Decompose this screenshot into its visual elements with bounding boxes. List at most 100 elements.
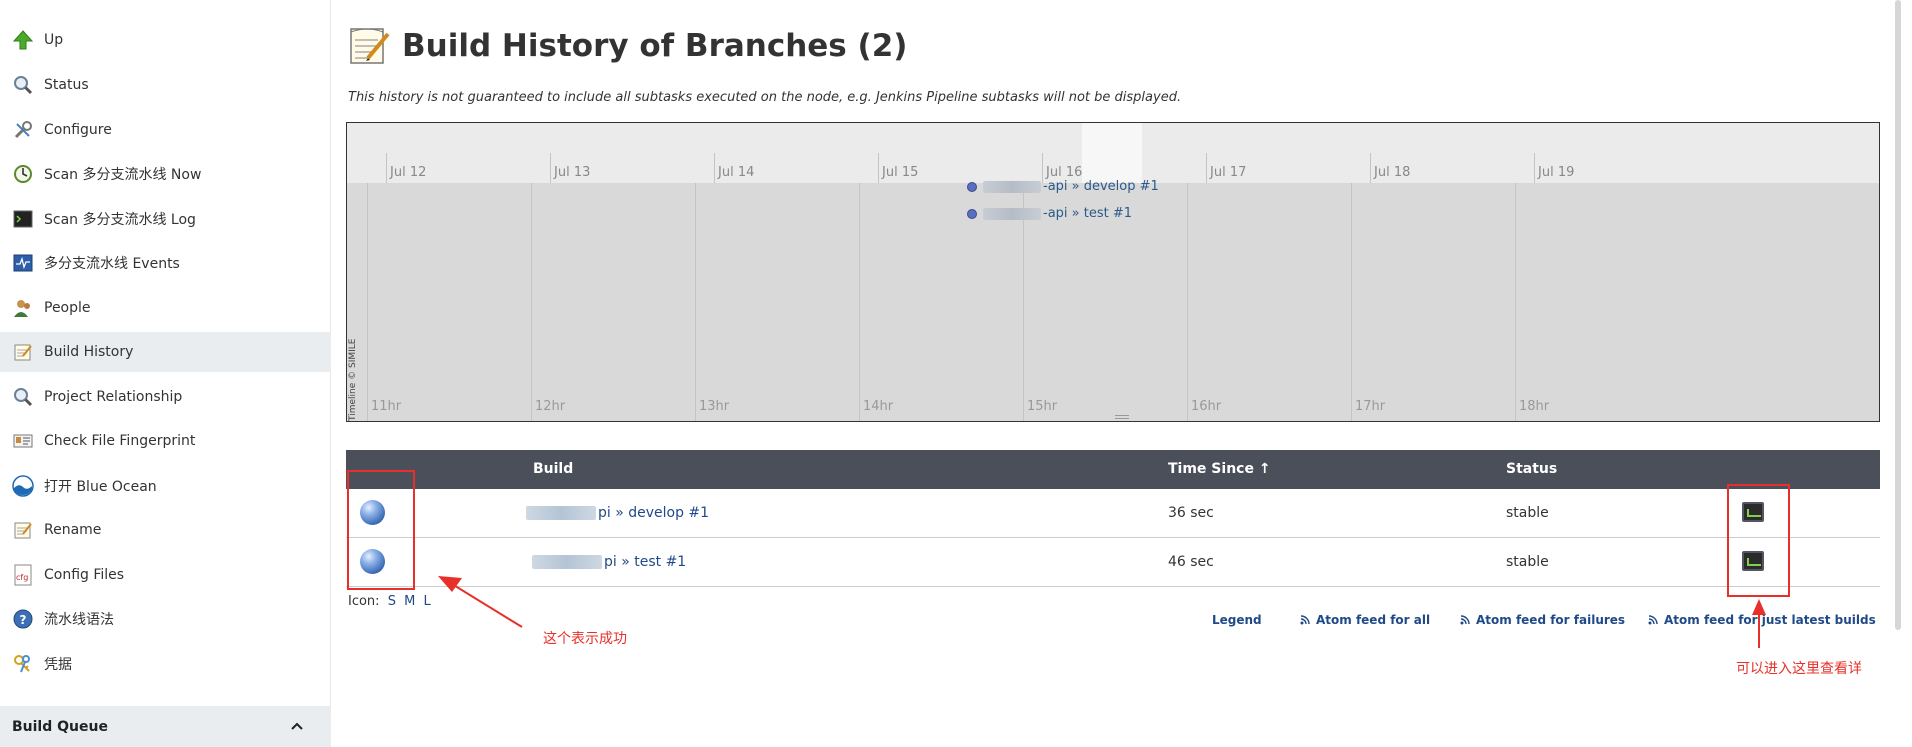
rss-icon — [1300, 615, 1310, 625]
timeline-event-develop[interactable]: -api » develop #1 — [967, 179, 1159, 194]
rss-icon — [1648, 615, 1658, 625]
sidebar-item-up[interactable]: Up — [0, 20, 331, 60]
column-time-since[interactable]: Time Since ↑ — [1168, 461, 1271, 477]
fingerprint-icon — [12, 430, 34, 452]
sidebar-item-label: 凭据 — [44, 657, 72, 673]
timeline-date-label: Jul 15 — [882, 165, 919, 180]
scrollbar-thumb[interactable] — [1895, 0, 1901, 630]
sidebar-item-blue-ocean[interactable]: 打开 Blue Ocean — [0, 466, 331, 506]
sidebar-item-label: 流水线语法 — [44, 612, 114, 628]
sidebar-item-credentials[interactable]: 凭据 — [0, 644, 331, 684]
build-status: stable — [1506, 554, 1549, 570]
build-queue-header[interactable]: Build Queue — [0, 706, 331, 747]
timeline-hour-gridline — [1187, 183, 1188, 421]
timeline-credit: Timeline © SIMILE — [348, 338, 358, 421]
event-dot-icon — [967, 208, 977, 219]
page-title: Build History of Branches (2) — [402, 28, 908, 64]
sidebar-item-project-relationship[interactable]: Project Relationship — [0, 377, 331, 417]
sidebar-item-build-history[interactable]: Build History — [0, 332, 331, 372]
build-timeline[interactable]: Jul 12 Jul 13 Jul 14 Jul 15 Jul 16 Jul 17 Jul … — [346, 122, 1880, 422]
annotation-box-status — [347, 470, 415, 590]
timeline-hour-gridline — [1515, 183, 1516, 421]
sidebar-item-label: 打开 Blue Ocean — [44, 479, 157, 495]
timeline-date-gridline — [714, 153, 715, 183]
timeline-hour-label: 13hr — [699, 399, 730, 414]
magnifier-icon — [12, 74, 34, 96]
sidebar-item-label: Check File Fingerprint — [44, 433, 196, 449]
sidebar-item-events[interactable]: 多分支流水线 Events — [0, 243, 331, 283]
timeline-date-gridline — [1206, 153, 1207, 183]
build-queue-title: Build Queue — [12, 718, 108, 735]
timeline-event-label: -api » develop #1 — [1043, 179, 1159, 194]
chevron-up-icon[interactable] — [289, 718, 305, 734]
sidebar-item-status[interactable]: Status — [0, 65, 331, 105]
timeline-date-gridline — [878, 153, 879, 183]
build-history-table: Build Time Since ↑ Status pi » develop #… — [346, 450, 1880, 587]
icon-size-label: Icon: — [348, 594, 380, 609]
icon-size-m[interactable]: M — [404, 594, 415, 609]
timeline-hour-gridline — [367, 183, 368, 421]
icon-size-selector: Icon: S M L — [348, 594, 431, 609]
help-icon: ? — [12, 608, 34, 630]
sidebar-item-people[interactable]: People — [0, 288, 331, 328]
people-icon — [12, 297, 34, 319]
build-link[interactable]: pi » develop #1 — [526, 505, 709, 521]
notepad-icon — [12, 341, 34, 363]
build-link[interactable]: pi » test #1 — [532, 554, 686, 570]
legend-link[interactable]: Legend — [1212, 613, 1262, 627]
timeline-date-gridline — [1534, 153, 1535, 183]
rss-icon — [1460, 615, 1470, 625]
redacted-name — [983, 180, 1041, 193]
scan-clock-icon — [12, 163, 34, 185]
timeline-highlight — [1082, 123, 1142, 183]
sidebar-item-scan-now[interactable]: Scan 多分支流水线 Now — [0, 154, 331, 194]
svg-text:cfg: cfg — [16, 573, 28, 582]
timeline-date-label: Jul 18 — [1374, 165, 1411, 180]
history-note: This history is not guaranteed to includ… — [348, 90, 1182, 105]
column-build[interactable]: Build — [533, 461, 573, 477]
timeline-date-label: Jul 12 — [390, 165, 427, 180]
sidebar-item-rename[interactable]: Rename — [0, 510, 331, 550]
annotation-success-note: 这个表示成功 — [543, 631, 627, 647]
table-row: pi » test #1 46 sec stable — [346, 538, 1880, 587]
table-header: Build Time Since ↑ Status — [346, 450, 1880, 489]
timeline-hour-label: 12hr — [535, 399, 566, 414]
timeline-date-gridline — [550, 153, 551, 183]
feed-all-link[interactable]: Atom feed for all — [1300, 613, 1430, 627]
terminal-icon — [12, 208, 34, 230]
sidebar-item-scan-log[interactable]: Scan 多分支流水线 Log — [0, 199, 331, 239]
feed-failures-link[interactable]: Atom feed for failures — [1460, 613, 1625, 627]
sidebar-item-fingerprint[interactable]: Check File Fingerprint — [0, 421, 331, 461]
feed-all-label[interactable]: Atom feed for all — [1316, 613, 1430, 627]
sidebar-item-label: Build History — [44, 344, 134, 360]
wrench-icon — [12, 119, 34, 141]
timeline-hour-label: 11hr — [371, 399, 402, 414]
timeline-date-gridline — [1370, 153, 1371, 183]
icon-size-l[interactable]: L — [423, 594, 430, 609]
sidebar-item-label: Scan 多分支流水线 Log — [44, 212, 196, 228]
feed-latest-link[interactable]: Atom feed for just latest builds — [1648, 613, 1876, 627]
sidebar-item-configure[interactable]: Configure — [0, 110, 331, 150]
page-scrollbar[interactable] — [1892, 0, 1904, 747]
redacted-name — [526, 506, 596, 520]
time-since: 36 sec — [1168, 505, 1214, 521]
blue-ocean-icon — [12, 475, 34, 497]
timeline-event-test[interactable]: -api » test #1 — [967, 206, 1132, 221]
timeline-resize-handle[interactable] — [1115, 415, 1129, 419]
redacted-name — [532, 555, 602, 569]
timeline-hour-gridline — [531, 183, 532, 421]
feed-latest-label[interactable]: Atom feed for just latest builds — [1664, 613, 1876, 627]
sidebar-item-label: Up — [44, 32, 64, 48]
notepad-icon — [348, 24, 392, 68]
feed-failures-label[interactable]: Atom feed for failures — [1476, 613, 1625, 627]
column-status[interactable]: Status — [1506, 461, 1557, 477]
annotation-details-note: 可以进入这里查看详 — [1736, 661, 1862, 677]
legend-label[interactable]: Legend — [1212, 613, 1262, 627]
icon-size-s[interactable]: S — [388, 594, 396, 609]
timeline-hour-label: 18hr — [1519, 399, 1550, 414]
sidebar-item-config-files[interactable]: cfg Config Files — [0, 555, 331, 595]
sidebar-item-pipeline-syntax[interactable]: ? 流水线语法 — [0, 599, 331, 639]
timeline-hour-gridline — [1351, 183, 1352, 421]
sidebar-item-label: Rename — [44, 522, 102, 538]
timeline-date-label: Jul 17 — [1210, 165, 1247, 180]
